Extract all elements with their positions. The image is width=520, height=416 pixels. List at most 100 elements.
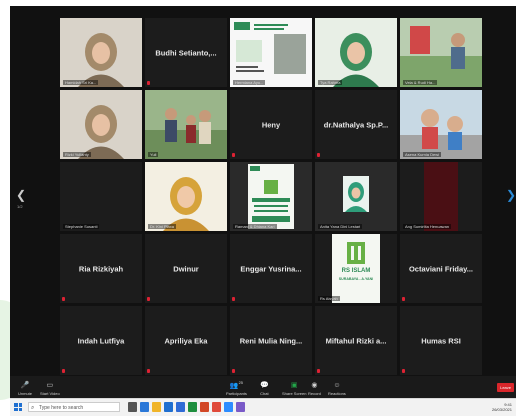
participant-tile[interactable]: Ang Sumirlita Henuawan xyxy=(400,162,482,231)
participants-button[interactable]: 👥25 Participants xyxy=(226,379,247,396)
start-video-button[interactable]: ▭ Start Video xyxy=(40,382,60,396)
participant-tile[interactable]: Humas RSI xyxy=(400,306,482,375)
participant-tile[interactable]: Ria Rizkiyah xyxy=(60,234,142,303)
participant-tile[interactable]: Yuli xyxy=(145,90,227,159)
participant-name: Indah Lutfiya xyxy=(77,336,125,345)
participant-label: Rs Aisyah xyxy=(318,296,340,301)
participant-video xyxy=(60,18,142,87)
participant-video xyxy=(400,162,482,231)
flyer-subtitle: SURABAYA - A.YANI xyxy=(338,277,374,281)
participant-tile[interactable]: Rizki Yulianty xyxy=(60,90,142,159)
excel-icon[interactable] xyxy=(188,402,197,412)
zoom-icon[interactable] xyxy=(224,402,233,412)
participant-tile[interactable]: Enggar Yusrina... xyxy=(230,234,312,303)
participant-video xyxy=(145,162,227,231)
participant-video xyxy=(145,90,227,159)
muted-mic-icon xyxy=(317,369,320,373)
prev-page-arrow-icon[interactable]: ❮ xyxy=(16,188,26,202)
participant-name: Octaviani Friday... xyxy=(408,264,474,273)
zoom-meeting-window: ❮ 1/2 ❯ Hamidah Sri Ka... Budhi Setianto,… xyxy=(10,6,516,398)
participant-name: Enggar Yusrina... xyxy=(240,264,302,273)
participant-tile[interactable]: RS ISLAM SURABAYA - A.YANI Rs Aisyah xyxy=(315,234,397,303)
reactions-label: Reactions xyxy=(328,391,346,396)
participant-tile[interactable]: Tya Rahma xyxy=(315,18,397,87)
participant-tile[interactable]: Reni Mulia Ning... xyxy=(230,306,312,375)
participant-tile[interactable]: Hermiana Ayu... xyxy=(230,18,312,87)
participant-tile[interactable]: Apriliya Eka xyxy=(145,306,227,375)
next-page-arrow-icon[interactable]: ❯ xyxy=(506,188,516,202)
participant-label: Stephanie Susanti xyxy=(63,224,100,229)
task-view-icon[interactable] xyxy=(128,402,137,412)
muted-mic-icon xyxy=(402,369,405,373)
share-screen-icon: ▣ xyxy=(290,382,298,389)
participant-tile[interactable]: Anita Yana Dini Lestari xyxy=(315,162,397,231)
participant-name: dr.Nathalya Sp.P... xyxy=(323,120,389,129)
participant-label: Rizki Yulianty xyxy=(63,152,91,157)
participant-tile[interactable]: Miftahul Rizki a... xyxy=(315,306,397,375)
participant-name: Ria Rizkiyah xyxy=(78,264,124,273)
share-screen-button[interactable]: ▣ Share Screen xyxy=(282,382,306,396)
system-tray: 9:41 26/03/2021 xyxy=(492,402,512,412)
share-screen-label: Share Screen xyxy=(282,391,307,396)
file-explorer-icon[interactable] xyxy=(152,402,161,412)
participant-video xyxy=(60,162,142,231)
unmute-label: Unmute xyxy=(18,391,33,396)
participant-tile[interactable]: Octaviani Friday... xyxy=(400,234,482,303)
participant-tile[interactable]: Hamidah Sri Ka... xyxy=(60,18,142,87)
participant-tile[interactable]: Heny xyxy=(230,90,312,159)
store-icon[interactable] xyxy=(164,402,173,412)
participants-label: Participants xyxy=(226,391,247,396)
participant-tile[interactable]: Asena Kurnia Dewi xyxy=(400,90,482,159)
participants-icon: 👥25 xyxy=(229,379,244,389)
muted-mic-icon xyxy=(232,297,235,301)
participant-video xyxy=(230,162,312,231)
powerpoint-icon[interactable] xyxy=(200,402,209,412)
participant-video xyxy=(315,162,397,231)
participant-tile[interactable]: Ramani & Dhiana Kari xyxy=(230,162,312,231)
leave-button[interactable]: Leave xyxy=(497,383,514,392)
participant-label: Dr. Kini Plaxa xyxy=(148,224,177,229)
reactions-button[interactable]: ☺ Reactions xyxy=(328,382,346,396)
participant-label: Tya Rahma xyxy=(318,80,343,85)
participant-label: Hamidah Sri Ka... xyxy=(63,80,99,85)
muted-mic-icon xyxy=(147,369,150,373)
muted-mic-icon xyxy=(232,369,235,373)
app-icon[interactable] xyxy=(236,402,245,412)
chat-button[interactable]: 💬 Chat xyxy=(260,382,269,396)
participant-tile[interactable]: dr.Nathalya Sp.P... xyxy=(315,90,397,159)
participant-tile[interactable]: Dwinur xyxy=(145,234,227,303)
windows-taskbar: ⌕ Type here to search 9:41 26/03/2021 xyxy=(10,398,516,416)
participant-label: Ramani & Dhiana Kari xyxy=(233,224,277,229)
participant-tile[interactable]: Dr. Kini Plaxa xyxy=(145,162,227,231)
camera-icon: ▭ xyxy=(46,382,54,389)
participant-label: Asena Kurnia Dewi xyxy=(403,152,442,157)
edge-icon[interactable] xyxy=(140,402,149,412)
participant-label: Ang Sumirlita Henuawan xyxy=(403,224,452,229)
muted-mic-icon xyxy=(317,153,320,157)
gallery-grid: Hamidah Sri Ka... Budhi Setianto,... Hermi… xyxy=(60,18,482,375)
record-button[interactable]: ◉ Record xyxy=(308,382,321,396)
chrome-icon[interactable] xyxy=(212,402,221,412)
participant-tile[interactable]: Budhi Setianto,... xyxy=(145,18,227,87)
muted-mic-icon xyxy=(232,153,235,157)
muted-mic-icon xyxy=(147,297,150,301)
participant-name: Humas RSI xyxy=(421,336,461,345)
participant-video xyxy=(60,90,142,159)
record-label: Record xyxy=(308,391,321,396)
clock-date: 26/03/2021 xyxy=(491,407,512,412)
chat-label: Chat xyxy=(260,391,269,396)
participants-count: 25 xyxy=(238,379,244,385)
muted-mic-icon xyxy=(62,297,65,301)
participant-name: Apriliya Eka xyxy=(164,336,208,345)
meeting-toolbar: 🎤 Unmute ▭ Start Video 👥25 Participants 💬 Ch… xyxy=(10,376,516,398)
windows-start-icon[interactable] xyxy=(14,403,22,411)
word-icon[interactable] xyxy=(176,402,185,412)
flyer-title: RS ISLAM xyxy=(341,268,371,274)
unmute-button[interactable]: 🎤 Unmute xyxy=(18,382,32,396)
microphone-icon: 🎤 xyxy=(20,382,30,389)
taskbar-search-input[interactable]: ⌕ Type here to search xyxy=(28,402,120,412)
participant-tile[interactable]: Indah Lutfiya xyxy=(60,306,142,375)
participant-name: Miftahul Rizki a... xyxy=(325,336,387,345)
participant-tile[interactable]: Stephanie Susanti xyxy=(60,162,142,231)
participant-tile[interactable]: Vela & Rudi Ha... xyxy=(400,18,482,87)
